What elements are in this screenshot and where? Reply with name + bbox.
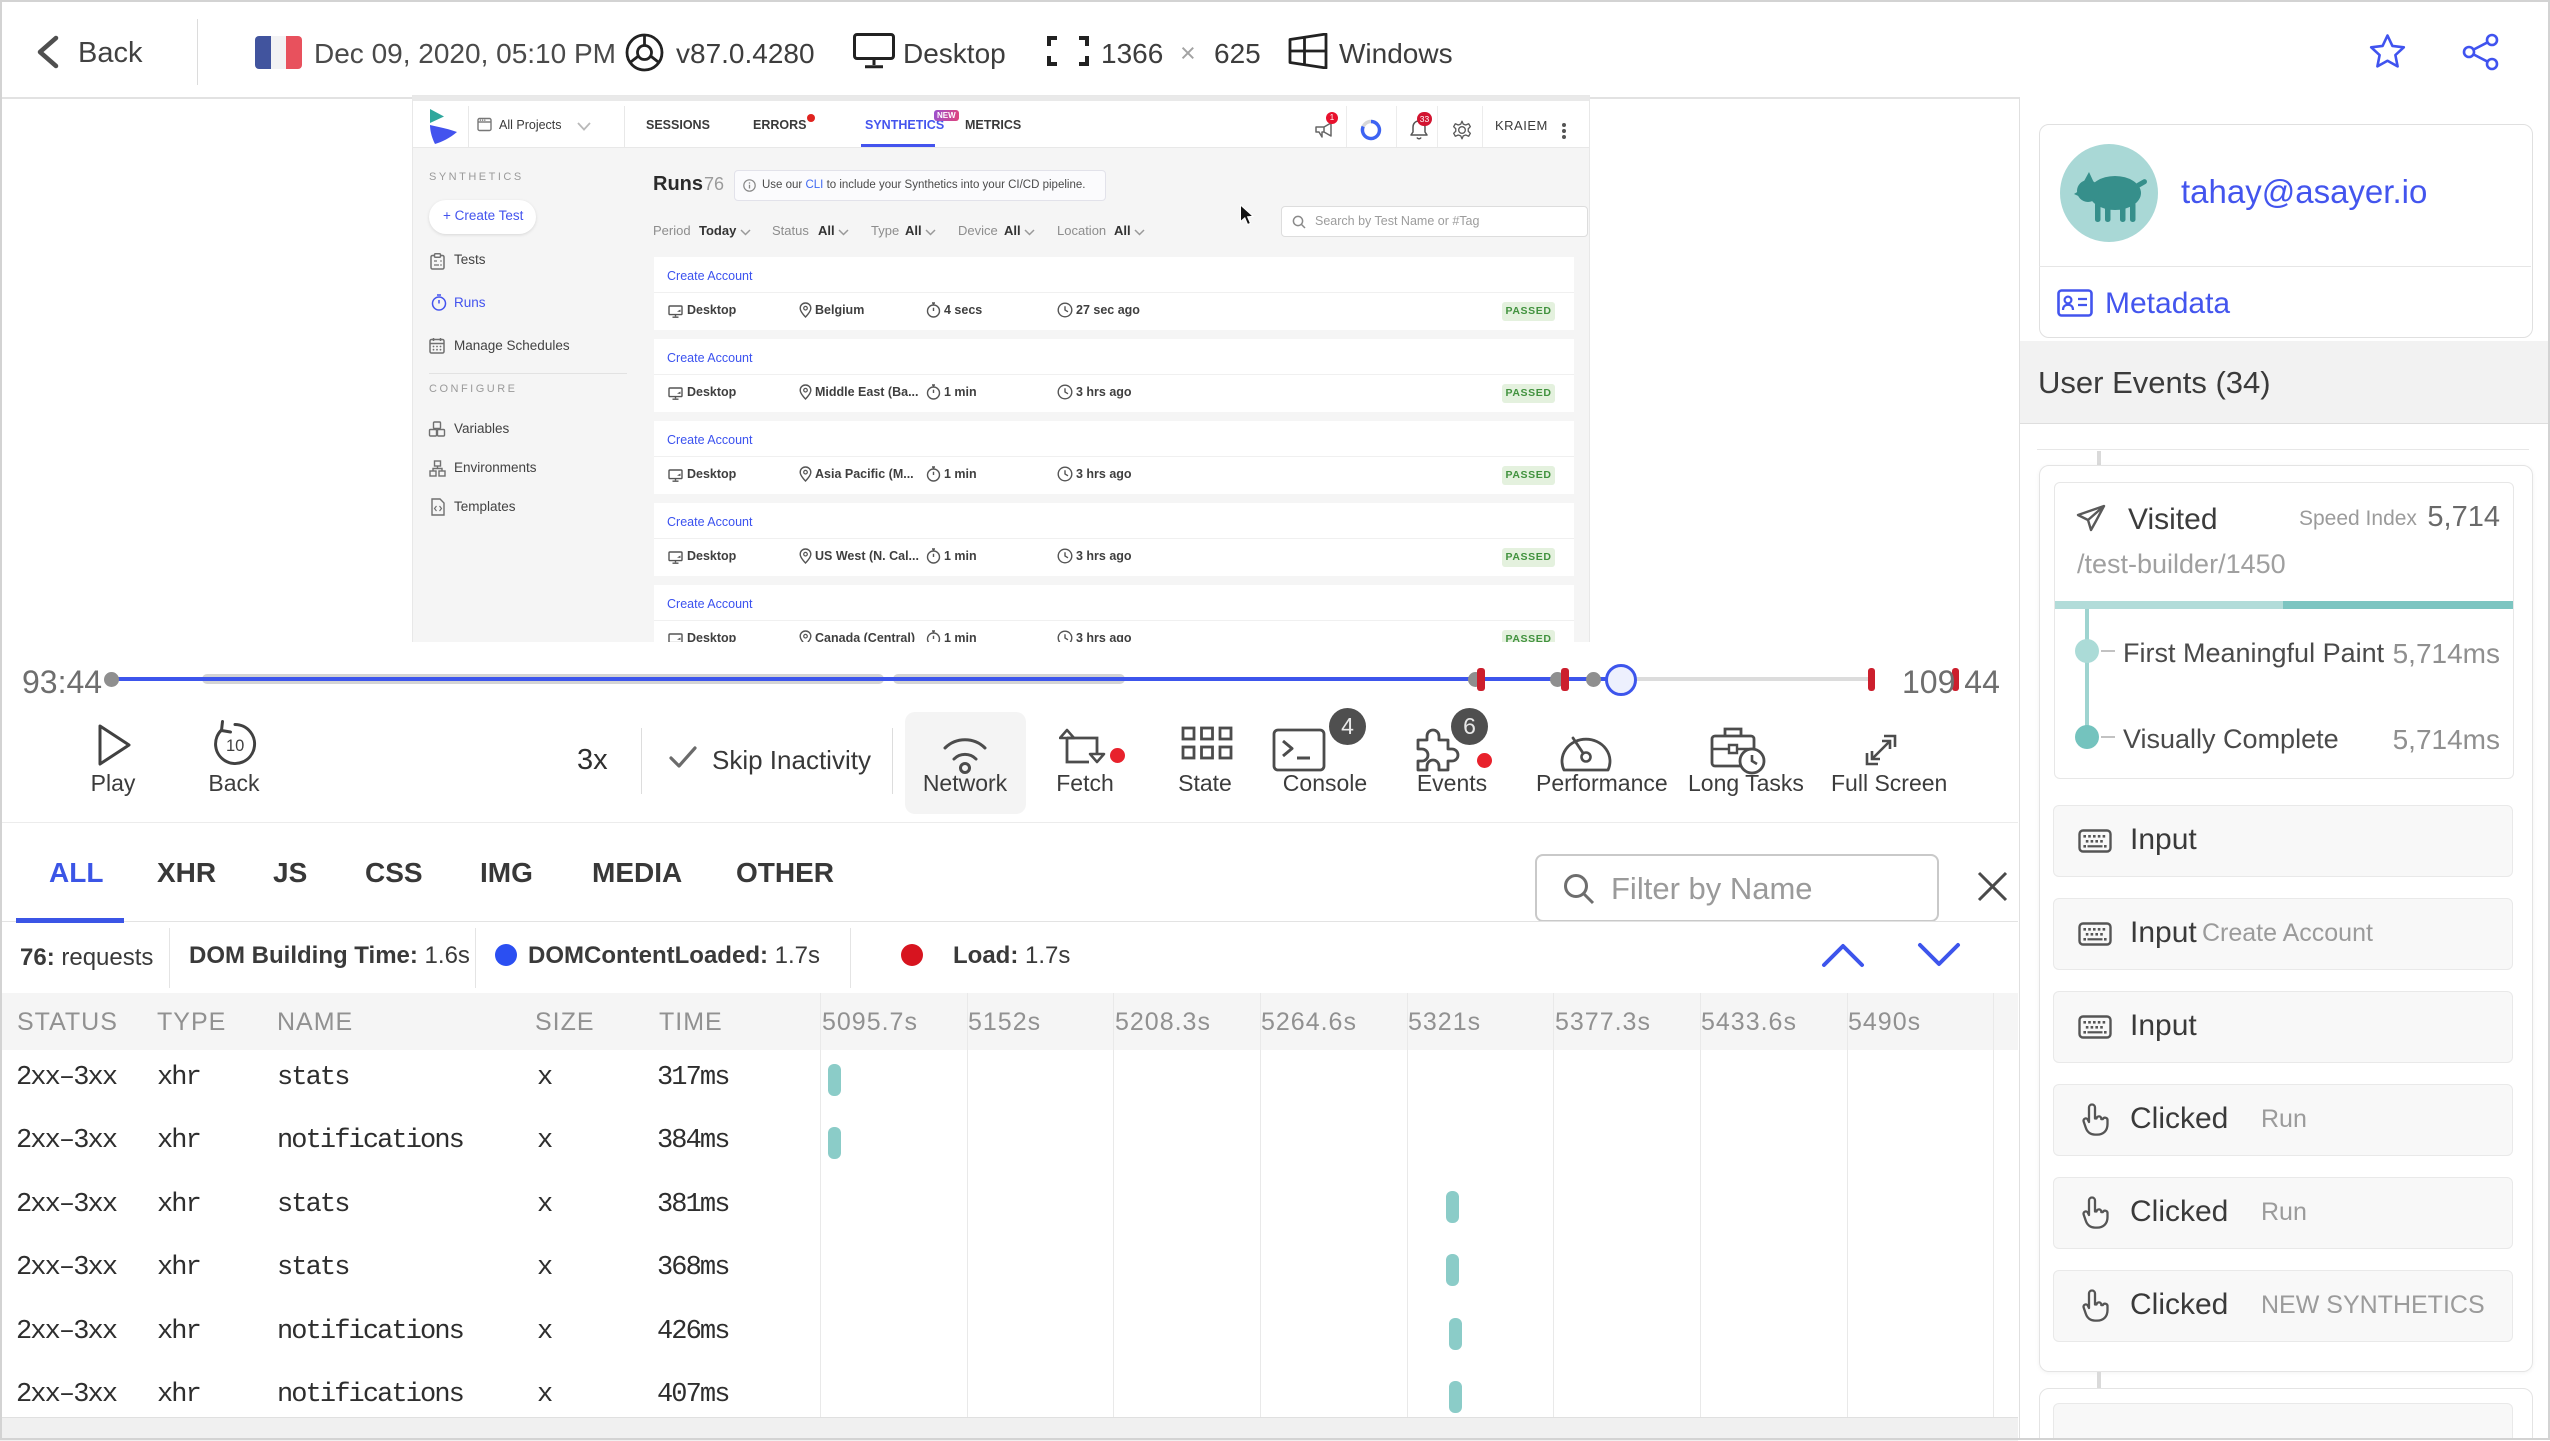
svg-text:10: 10 [226, 737, 244, 755]
